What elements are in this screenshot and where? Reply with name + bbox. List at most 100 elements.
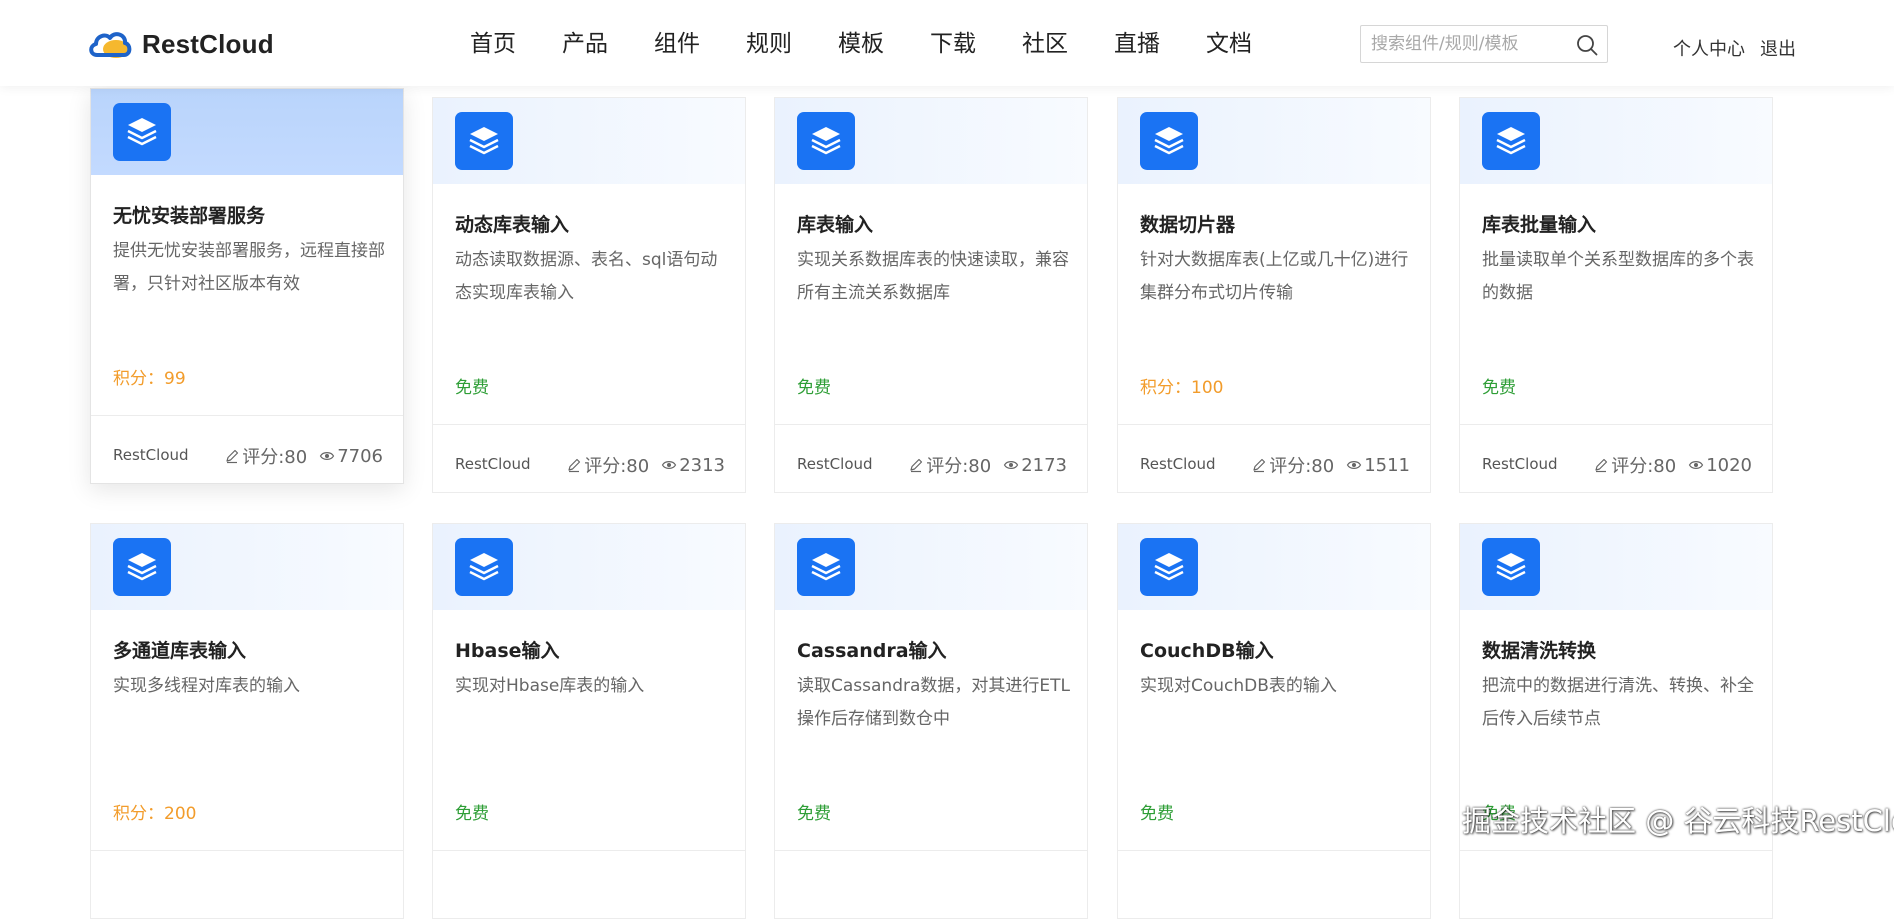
component-card-9[interactable]: CouchDB输入 实现对CouchDB表的输入 免费 bbox=[1117, 523, 1431, 919]
nav-rules[interactable]: 规则 bbox=[746, 26, 792, 62]
card-views: 1020 bbox=[1706, 454, 1752, 476]
card-price: 免费 bbox=[797, 804, 831, 824]
card-title: 无忧安装部署服务 bbox=[113, 205, 266, 227]
card-price: 免费 bbox=[455, 804, 489, 824]
layers-icon bbox=[113, 103, 171, 161]
search-box bbox=[1360, 25, 1608, 63]
pencil-icon bbox=[1253, 458, 1266, 473]
layers-icon bbox=[1482, 538, 1540, 596]
nav-home[interactable]: 首页 bbox=[470, 26, 516, 62]
card-rating: 评分:80 bbox=[584, 456, 650, 477]
cloud-logo-icon bbox=[89, 32, 132, 58]
card-rating: 评分:80 bbox=[1611, 456, 1677, 477]
card-rating: 评分:80 bbox=[242, 447, 308, 468]
top-header: RestCloud 首页 产品 组件 规则 模板 下载 社区 直播 文档 个人中… bbox=[0, 0, 1894, 86]
card-meta: 评分:80 7706 bbox=[224, 443, 383, 469]
card-price: 免费 bbox=[1482, 378, 1516, 398]
watermark: 掘金技术社区 @ 谷云科技RestCloud bbox=[1462, 804, 1894, 838]
card-description: 把流中的数据进行清洗、转换、补全后传入后续节点 bbox=[1482, 676, 1754, 729]
card-meta: 评分:80 1511 bbox=[1251, 452, 1410, 478]
nav-live[interactable]: 直播 bbox=[1114, 26, 1160, 62]
card-author: RestCloud bbox=[1482, 455, 1558, 473]
card-description: 实现多线程对库表的输入 bbox=[113, 676, 300, 696]
card-price: 积分：100 bbox=[1140, 378, 1224, 398]
component-card-4[interactable]: 数据切片器 针对大数据库表(上亿或几十亿)进行集群分布式切片传输 积分：100 … bbox=[1117, 97, 1431, 493]
card-title: Hbase输入 bbox=[455, 640, 560, 662]
card-meta: 评分:80 2313 bbox=[566, 452, 725, 478]
logo-text: RestCloud bbox=[142, 28, 274, 59]
card-description: 动态读取数据源、表名、sql语句动态实现库表输入 bbox=[455, 250, 718, 303]
card-meta: 评分:80 1020 bbox=[1593, 452, 1752, 478]
card-title: 库表输入 bbox=[797, 214, 874, 236]
eye-icon bbox=[320, 452, 335, 460]
pencil-icon bbox=[568, 458, 581, 473]
card-description: 提供无忧安装部署服务，远程直接部署，只针对社区版本有效 bbox=[113, 241, 385, 294]
search-icon[interactable] bbox=[1575, 33, 1599, 57]
card-description: 实现关系数据库表的快速读取，兼容所有主流关系数据库 bbox=[797, 250, 1069, 303]
card-divider bbox=[1118, 850, 1430, 851]
card-title: 库表批量输入 bbox=[1482, 214, 1597, 236]
eye-icon bbox=[1689, 461, 1704, 469]
card-author: RestCloud bbox=[455, 455, 531, 473]
layers-icon bbox=[455, 112, 513, 170]
card-views: 7706 bbox=[337, 445, 383, 467]
card-title: 动态库表输入 bbox=[455, 214, 570, 236]
card-description: 针对大数据库表(上亿或几十亿)进行集群分布式切片传输 bbox=[1140, 250, 1409, 303]
card-author: RestCloud bbox=[113, 446, 189, 464]
component-card-10[interactable]: 数据清洗转换 把流中的数据进行清洗、转换、补全后传入后续节点 免费 bbox=[1459, 523, 1773, 919]
main-nav: 首页 产品 组件 规则 模板 下载 社区 直播 文档 bbox=[470, 26, 1298, 62]
layers-icon bbox=[797, 538, 855, 596]
card-description: 批量读取单个关系型数据库的多个表的数据 bbox=[1482, 250, 1754, 303]
card-divider bbox=[433, 850, 745, 851]
component-card-5[interactable]: 库表批量输入 批量读取单个关系型数据库的多个表的数据 免费 RestCloud … bbox=[1459, 97, 1773, 493]
nav-products[interactable]: 产品 bbox=[562, 26, 608, 62]
layers-icon bbox=[455, 538, 513, 596]
layers-icon bbox=[1140, 112, 1198, 170]
card-views: 1511 bbox=[1364, 454, 1410, 476]
nav-templates[interactable]: 模板 bbox=[838, 26, 884, 62]
layers-icon bbox=[1140, 538, 1198, 596]
component-card-2[interactable]: 动态库表输入 动态读取数据源、表名、sql语句动态实现库表输入 免费 RestC… bbox=[432, 97, 746, 493]
card-price: 免费 bbox=[797, 378, 831, 398]
card-description: 读取Cassandra数据，对其进行ETL操作后存储到数仓中 bbox=[797, 676, 1070, 729]
card-description: 实现对CouchDB表的输入 bbox=[1140, 676, 1337, 696]
nav-community[interactable]: 社区 bbox=[1022, 26, 1068, 62]
card-title: Cassandra输入 bbox=[797, 640, 947, 662]
card-divider bbox=[1118, 424, 1430, 425]
card-divider bbox=[91, 415, 403, 416]
component-card-8[interactable]: Cassandra输入 读取Cassandra数据，对其进行ETL操作后存储到数… bbox=[774, 523, 1088, 919]
nav-docs[interactable]: 文档 bbox=[1206, 26, 1252, 62]
card-price: 免费 bbox=[455, 378, 489, 398]
component-card-3[interactable]: 库表输入 实现关系数据库表的快速读取，兼容所有主流关系数据库 免费 RestCl… bbox=[774, 97, 1088, 493]
card-price: 积分：99 bbox=[113, 369, 186, 389]
eye-icon bbox=[1004, 461, 1019, 469]
card-title: 数据切片器 bbox=[1140, 214, 1236, 236]
card-divider bbox=[1460, 850, 1772, 851]
component-card-6[interactable]: 多通道库表输入 实现多线程对库表的输入 积分：200 bbox=[90, 523, 404, 919]
component-card-1[interactable]: 无忧安装部署服务 提供无忧安装部署服务，远程直接部署，只针对社区版本有效 积分：… bbox=[90, 88, 404, 484]
card-title: 多通道库表输入 bbox=[113, 640, 247, 662]
nav-components[interactable]: 组件 bbox=[654, 26, 700, 62]
card-description: 实现对Hbase库表的输入 bbox=[455, 676, 645, 696]
eye-icon bbox=[1347, 461, 1362, 469]
card-divider bbox=[433, 424, 745, 425]
card-rating: 评分:80 bbox=[926, 456, 992, 477]
eye-icon bbox=[662, 461, 677, 469]
layers-icon bbox=[1482, 112, 1540, 170]
card-price: 免费 bbox=[1140, 804, 1174, 824]
card-views: 2173 bbox=[1021, 454, 1067, 476]
component-card-7[interactable]: Hbase输入 实现对Hbase库表的输入 免费 bbox=[432, 523, 746, 919]
restcloud-logo[interactable]: RestCloud bbox=[88, 26, 274, 62]
user-center-link[interactable]: 个人中心 bbox=[1673, 35, 1745, 61]
nav-download[interactable]: 下载 bbox=[930, 26, 976, 62]
logout-link[interactable]: 退出 bbox=[1760, 35, 1796, 61]
card-title: CouchDB输入 bbox=[1140, 640, 1274, 662]
card-divider bbox=[91, 850, 403, 851]
pencil-icon bbox=[1595, 458, 1608, 473]
card-divider bbox=[775, 424, 1087, 425]
card-meta: 评分:80 2173 bbox=[908, 452, 1067, 478]
pencil-icon bbox=[226, 449, 239, 464]
search-input[interactable] bbox=[1361, 26, 1571, 62]
layers-icon bbox=[797, 112, 855, 170]
card-rating: 评分:80 bbox=[1269, 456, 1335, 477]
